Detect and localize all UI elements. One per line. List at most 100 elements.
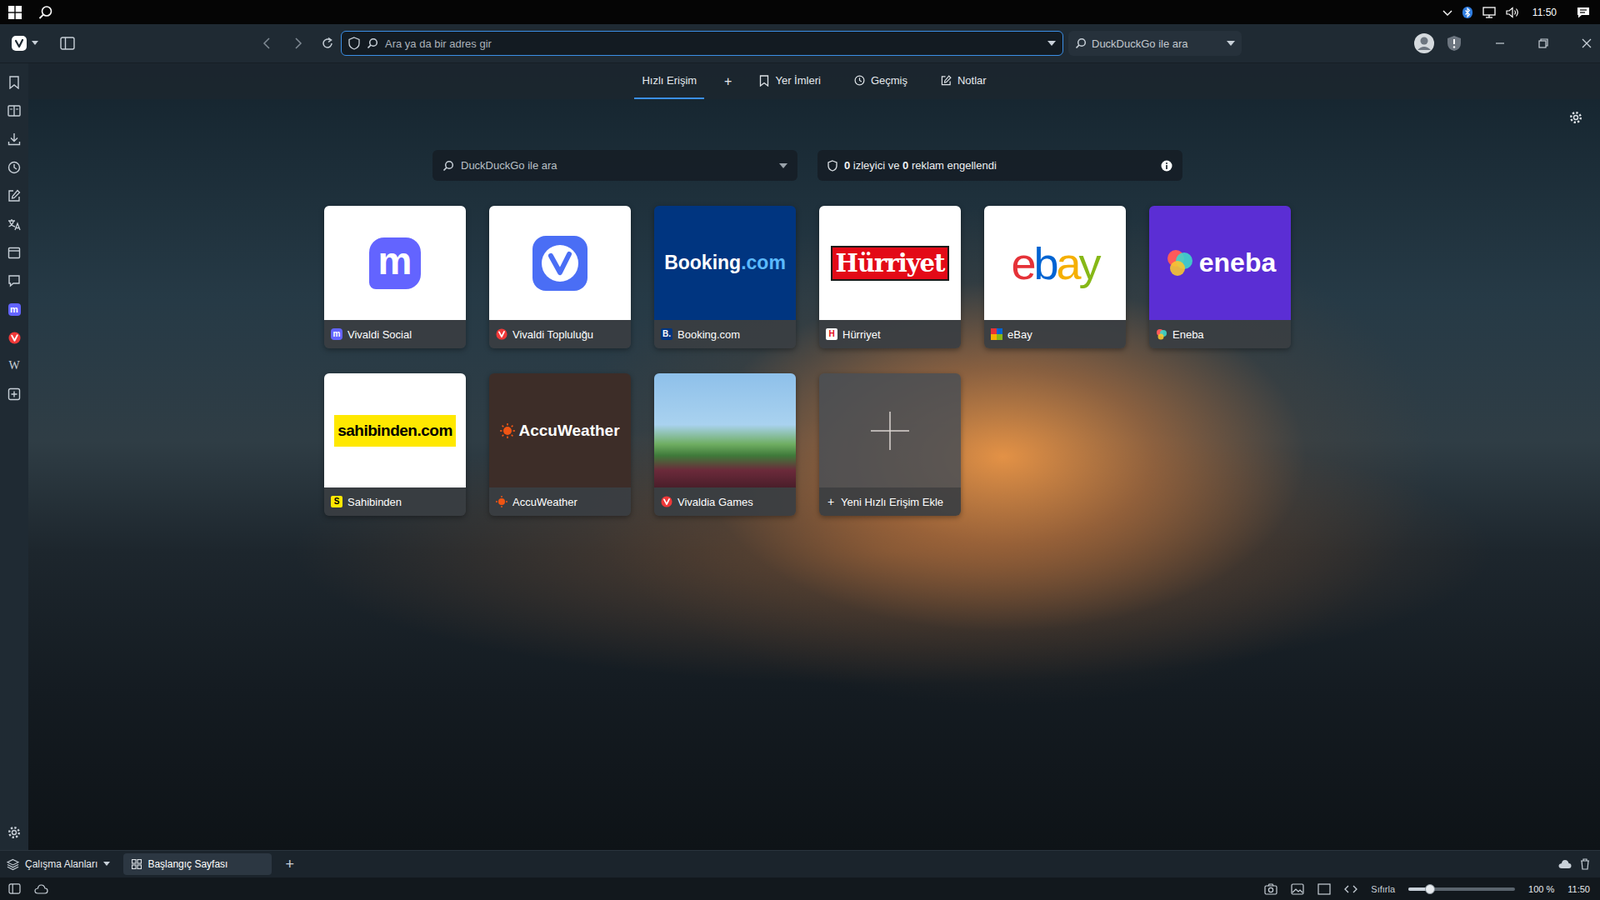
search-icon bbox=[366, 37, 379, 50]
site-logo: ebay bbox=[984, 237, 1126, 290]
bluetooth-icon[interactable] bbox=[1462, 6, 1473, 19]
warning-icon[interactable] bbox=[1446, 35, 1462, 52]
panel-button[interactable]: m bbox=[0, 295, 29, 324]
speed-dial-title: + Yeni Hızlı Erişim Ekle bbox=[819, 487, 961, 516]
start-page-nav: Hızlı Erişim + Yer İmleri Geçmiş Notlar bbox=[28, 63, 1600, 100]
address-placeholder: Ara ya da bir adres gir bbox=[385, 37, 1041, 50]
start-page-tab[interactable]: Yer İmleri bbox=[751, 63, 828, 100]
start-page-tab[interactable]: Hızlı Erişim bbox=[634, 63, 705, 100]
panel-button[interactable] bbox=[0, 323, 29, 352]
speed-dial[interactable]: AccuWeather AccuWeather bbox=[489, 373, 631, 516]
start-page-tab[interactable]: Notlar bbox=[933, 63, 995, 100]
cloud-icon[interactable] bbox=[1558, 859, 1572, 870]
speed-dial[interactable]: sahibinden.com S Sahibinden bbox=[324, 373, 466, 516]
reload-icon[interactable] bbox=[320, 36, 335, 50]
panel-button[interactable] bbox=[0, 238, 29, 267]
browser-tab[interactable]: Başlangıç Sayfası bbox=[123, 853, 272, 875]
info-icon[interactable] bbox=[1160, 160, 1173, 172]
dropdown-icon[interactable] bbox=[779, 162, 788, 170]
zoom-slider[interactable] bbox=[1408, 887, 1515, 891]
speed-dial[interactable]: m m Vivaldi Social bbox=[324, 205, 466, 349]
os-taskbar: 11:50 bbox=[0, 0, 1600, 25]
image-icon[interactable] bbox=[1290, 883, 1305, 895]
notification-icon[interactable] bbox=[1576, 5, 1590, 20]
eneba-icon bbox=[1155, 328, 1168, 340]
clock[interactable]: 11:50 bbox=[1532, 6, 1557, 19]
speed-dial-thumbnail: sahibinden.com bbox=[324, 373, 466, 488]
volume-icon[interactable] bbox=[1505, 6, 1520, 19]
reading-list-icon bbox=[7, 105, 21, 117]
speed-dial[interactable]: Booking.com B. Booking.com bbox=[654, 205, 796, 349]
shield-icon[interactable] bbox=[348, 36, 360, 50]
panel-button[interactable]: W bbox=[0, 351, 29, 380]
speed-dial[interactable]: Vivaldia Games bbox=[654, 373, 796, 516]
add-favicon: + bbox=[825, 495, 836, 509]
blocker-count: 0 izleyici ve 0 reklam engellendi bbox=[844, 159, 1155, 172]
ebay-icon bbox=[990, 328, 1003, 340]
windows-icon[interactable] bbox=[8, 5, 22, 20]
camera-icon[interactable] bbox=[1264, 883, 1278, 895]
address-field[interactable]: Ara ya da bir adres gir bbox=[340, 30, 1064, 56]
panel-button[interactable] bbox=[0, 153, 29, 182]
browser-toolbar: Ara ya da bir adres gir DuckDuckGo ile a… bbox=[0, 24, 1600, 64]
new-tab-button[interactable]: + bbox=[280, 855, 300, 874]
vivaldi-logo bbox=[532, 235, 588, 291]
search-field[interactable]: DuckDuckGo ile ara bbox=[1068, 30, 1242, 56]
panel-button[interactable] bbox=[0, 96, 29, 125]
start-page: Hızlı Erişim + Yer İmleri Geçmiş Notlar D… bbox=[28, 63, 1600, 850]
panel-button[interactable] bbox=[0, 380, 29, 409]
zoom-slider-thumb[interactable] bbox=[1425, 884, 1435, 895]
forward-icon[interactable] bbox=[290, 36, 305, 50]
site-logo: sahibinden.com bbox=[324, 415, 466, 447]
speed-dial[interactable]: ebay eBay bbox=[984, 205, 1126, 349]
start-search-field[interactable]: DuckDuckGo ile ara bbox=[432, 150, 798, 181]
start-page-tab[interactable]: Geçmiş bbox=[846, 63, 915, 100]
dropdown-icon[interactable] bbox=[1047, 40, 1056, 47]
speed-dial[interactable]: + Yeni Hızlı Erişim Ekle bbox=[819, 373, 961, 516]
page-tiling-icon[interactable] bbox=[1317, 883, 1331, 895]
history-icon bbox=[7, 160, 21, 175]
panel-button[interactable] bbox=[0, 68, 29, 97]
profile-icon[interactable] bbox=[1413, 32, 1435, 55]
search-placeholder: DuckDuckGo ile ara bbox=[460, 159, 773, 172]
speed-dial-grid: m m Vivaldi Social Vivaldi Topluluğu Boo… bbox=[324, 205, 1291, 516]
panel-button[interactable] bbox=[0, 125, 29, 154]
close-icon[interactable] bbox=[1581, 38, 1592, 49]
add-group-button[interactable]: + bbox=[722, 63, 734, 100]
restore-icon[interactable] bbox=[1538, 38, 1549, 49]
trash-icon[interactable] bbox=[1580, 858, 1590, 870]
tab-bar: Çalışma Alanları Başlangıç Sayfası + bbox=[0, 850, 1600, 878]
panel-button[interactable] bbox=[0, 210, 29, 239]
panel-toggle-icon[interactable] bbox=[8, 883, 21, 895]
panel-toggle-icon[interactable] bbox=[60, 36, 75, 50]
panel-button[interactable] bbox=[0, 181, 29, 210]
eneba-emblem-icon bbox=[1164, 247, 1196, 280]
zoom-reset-button[interactable]: Sıfırla bbox=[1370, 884, 1395, 895]
minimize-icon[interactable] bbox=[1495, 38, 1505, 49]
speed-dial-thumbnail: Booking.com bbox=[654, 205, 796, 320]
workspaces-button[interactable]: Çalışma Alanları bbox=[6, 858, 115, 871]
bookmark-icon bbox=[8, 75, 20, 90]
favicon: H bbox=[825, 328, 838, 340]
back-icon[interactable] bbox=[260, 36, 275, 50]
game-picture bbox=[654, 373, 796, 488]
search-icon[interactable] bbox=[38, 5, 54, 20]
download-icon bbox=[7, 132, 21, 146]
settings-button[interactable] bbox=[0, 818, 29, 847]
speed-dial[interactable]: Vivaldi Topluluğu bbox=[489, 205, 631, 349]
network-icon[interactable] bbox=[1482, 6, 1496, 19]
site-logo: AccuWeather bbox=[489, 421, 631, 440]
status-bar: Sıfırla 100 % 11:50 bbox=[0, 877, 1600, 900]
sync-cloud-icon[interactable] bbox=[34, 884, 49, 895]
chevron-icon[interactable] bbox=[1442, 7, 1453, 18]
dropdown-icon[interactable] bbox=[1226, 40, 1235, 47]
gear-icon[interactable] bbox=[1569, 110, 1583, 125]
speed-dial[interactable]: eneba Eneba bbox=[1149, 205, 1291, 349]
panel-button[interactable] bbox=[0, 266, 29, 295]
vivaldi-menu-button[interactable] bbox=[8, 35, 42, 51]
code-icon[interactable] bbox=[1344, 884, 1358, 895]
sun-icon bbox=[500, 423, 515, 439]
blocker-summary[interactable]: 0 izleyici ve 0 reklam engellendi bbox=[817, 150, 1183, 181]
speed-dial[interactable]: Hürriyet H Hürriyet bbox=[819, 205, 961, 349]
search-icon bbox=[442, 160, 455, 172]
